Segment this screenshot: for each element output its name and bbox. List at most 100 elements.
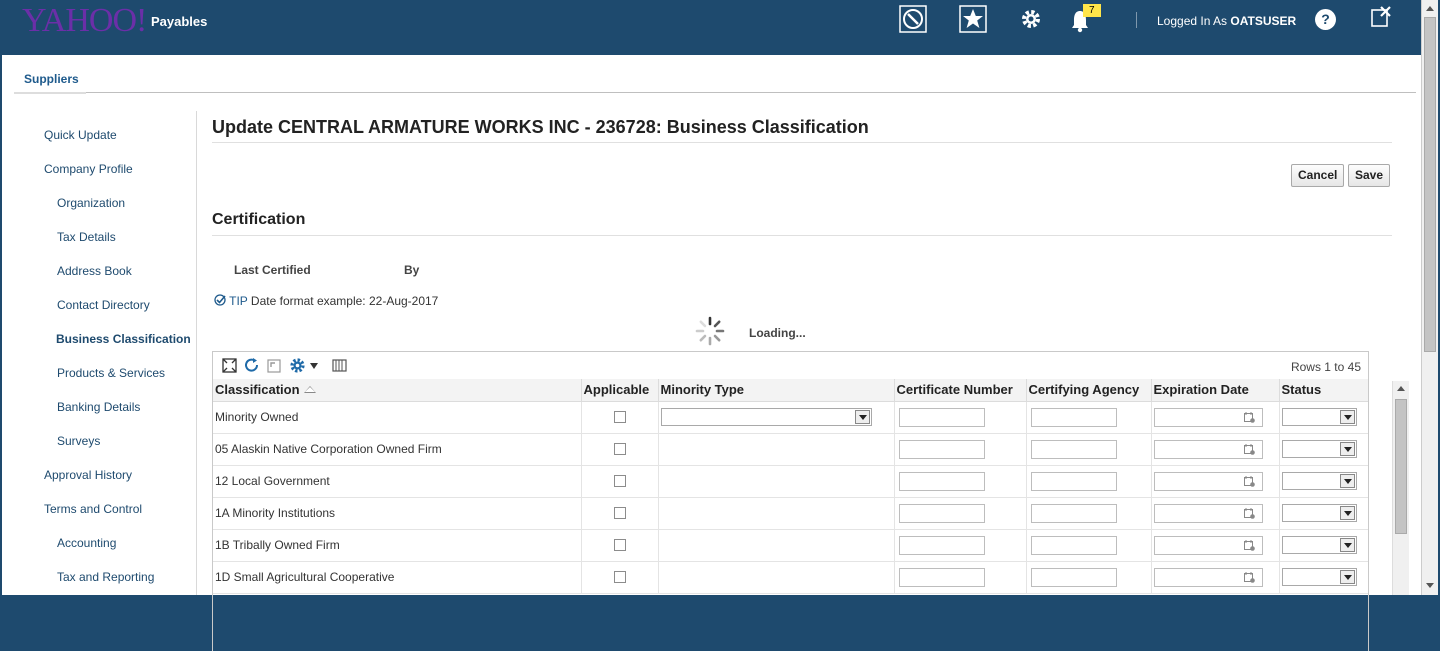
- status-select[interactable]: [1281, 504, 1357, 522]
- dropdown-arrow-icon[interactable]: [854, 410, 870, 424]
- expiration-date-input[interactable]: [1153, 567, 1263, 587]
- by-label: By: [404, 263, 420, 277]
- calendar-icon[interactable]: [1243, 571, 1255, 583]
- status-select[interactable]: [1281, 408, 1357, 426]
- applicable-checkbox[interactable]: [613, 411, 626, 423]
- save-button[interactable]: Save: [1348, 164, 1390, 187]
- status-select[interactable]: [1281, 536, 1357, 554]
- logged-in-text: Logged In As OATSUSER: [1157, 14, 1296, 28]
- nav-item-organization[interactable]: Organization: [57, 196, 125, 210]
- expiration-date-input[interactable]: [1153, 503, 1263, 523]
- nav-item-contact-directory[interactable]: Contact Directory: [57, 298, 150, 312]
- expiration-date-input[interactable]: [1153, 535, 1263, 555]
- col-header-certificate-number: Certificate Number: [893, 379, 1026, 402]
- certificate-number-input[interactable]: [898, 567, 985, 587]
- window-scroll-thumb[interactable]: [1424, 17, 1436, 352]
- loading-spinner-icon: [695, 316, 725, 346]
- classification-cell: 1D Small Agricultural Cooperative: [213, 561, 581, 594]
- nav-item-address-book[interactable]: Address Book: [57, 264, 132, 278]
- navigator-icon[interactable]: [899, 5, 927, 33]
- certificate-number-input[interactable]: [898, 471, 985, 491]
- calendar-icon[interactable]: [1243, 443, 1255, 455]
- certifying-agency-input[interactable]: [1030, 439, 1117, 459]
- nav-item-tax-details[interactable]: Tax Details: [57, 230, 116, 244]
- tab-suppliers[interactable]: Suppliers: [24, 72, 79, 86]
- expiration-date-input[interactable]: [1153, 407, 1263, 427]
- sign-out-icon[interactable]: [1368, 4, 1394, 30]
- window-scroll-down-icon[interactable]: [1426, 583, 1434, 588]
- settings-gear-icon[interactable]: [1017, 5, 1045, 33]
- nav-item-approval-history[interactable]: Approval History: [44, 468, 132, 482]
- tip-label: TIP: [229, 294, 248, 308]
- certifying-agency-input[interactable]: [1030, 407, 1117, 427]
- status-select[interactable]: [1281, 568, 1357, 586]
- certificate-number-input[interactable]: [898, 503, 985, 523]
- expiration-date-input[interactable]: [1153, 439, 1263, 459]
- classification-cell: 12 Local Government: [213, 465, 581, 498]
- certifying-agency-input[interactable]: [1030, 471, 1117, 491]
- table-scrollbar[interactable]: [1392, 381, 1409, 595]
- applicable-checkbox[interactable]: [613, 443, 626, 455]
- dropdown-arrow-icon[interactable]: [1339, 570, 1355, 584]
- nav-item-business-classification[interactable]: Business Classification: [56, 332, 191, 346]
- dropdown-arrow-icon[interactable]: [1339, 506, 1355, 520]
- nav-item-banking-details[interactable]: Banking Details: [57, 400, 140, 414]
- calendar-icon[interactable]: [1243, 475, 1255, 487]
- nav-item-quick-update[interactable]: Quick Update: [44, 128, 117, 142]
- tip-check-icon: [214, 294, 226, 306]
- minority-type-select[interactable]: [660, 408, 872, 426]
- notification-count-badge: 7: [1083, 4, 1101, 17]
- certifying-agency-input[interactable]: [1030, 567, 1117, 587]
- nav-item-products-services[interactable]: Products & Services: [57, 366, 165, 380]
- applicable-checkbox[interactable]: [613, 507, 626, 519]
- window-scrollbar[interactable]: [1421, 0, 1438, 595]
- status-select[interactable]: [1281, 440, 1357, 458]
- undo-icon[interactable]: [265, 357, 282, 374]
- applicable-checkbox[interactable]: [613, 475, 626, 487]
- cancel-button[interactable]: Cancel: [1291, 164, 1344, 187]
- classification-cell: Minority Owned: [213, 401, 581, 434]
- status-select[interactable]: [1281, 472, 1357, 490]
- certifying-agency-input[interactable]: [1030, 535, 1117, 555]
- table-row: 1B Tribally Owned Firm: [213, 529, 1368, 562]
- table-scroll-thumb[interactable]: [1395, 399, 1407, 534]
- calendar-icon[interactable]: [1243, 539, 1255, 551]
- minority-type-cell: [657, 401, 894, 434]
- certificate-number-input[interactable]: [898, 407, 985, 427]
- detach-icon[interactable]: [221, 357, 238, 374]
- left-navigation: Quick Update Company Profile Organizatio…: [14, 111, 197, 595]
- calendar-icon[interactable]: [1243, 507, 1255, 519]
- nav-item-tax-and-reporting[interactable]: Tax and Reporting: [57, 570, 154, 584]
- applicable-checkbox[interactable]: [613, 571, 626, 583]
- minority-type-cell: [657, 433, 894, 466]
- nav-item-terms-and-control[interactable]: Terms and Control: [44, 502, 142, 516]
- refresh-icon[interactable]: [243, 357, 260, 374]
- last-certified-label: Last Certified: [234, 263, 311, 277]
- col-header-expiration-date: Expiration Date: [1150, 379, 1279, 402]
- expiration-date-input[interactable]: [1153, 471, 1263, 491]
- certificate-number-input[interactable]: [898, 439, 985, 459]
- nav-item-company-profile[interactable]: Company Profile: [44, 162, 133, 176]
- table-settings-gear-icon[interactable]: [289, 357, 306, 374]
- help-icon[interactable]: ?: [1315, 9, 1336, 30]
- certificate-number-input[interactable]: [898, 535, 985, 555]
- col-header-classification[interactable]: Classification: [213, 379, 581, 402]
- window-scroll-up-icon[interactable]: [1426, 6, 1434, 11]
- nav-item-surveys[interactable]: Surveys: [57, 434, 100, 448]
- table-row: 1D Small Agricultural Cooperative: [213, 561, 1368, 594]
- columns-icon[interactable]: [331, 357, 348, 374]
- nav-item-accounting[interactable]: Accounting: [57, 536, 116, 550]
- certifying-agency-input[interactable]: [1030, 503, 1117, 523]
- page-content: Suppliers Quick Update Company Profile O…: [2, 55, 1422, 651]
- dropdown-arrow-icon[interactable]: [1339, 410, 1355, 424]
- sort-ascending-icon[interactable]: [303, 386, 316, 394]
- calendar-icon[interactable]: [1243, 411, 1255, 423]
- favorites-star-icon[interactable]: [959, 5, 987, 33]
- dropdown-arrow-icon[interactable]: [1339, 538, 1355, 552]
- table-scroll-up-icon[interactable]: [1397, 386, 1405, 391]
- classification-cell: 05 Alaskin Native Corporation Owned Firm: [213, 433, 581, 466]
- applicable-checkbox[interactable]: [613, 539, 626, 551]
- dropdown-arrow-icon[interactable]: [1339, 474, 1355, 488]
- dropdown-arrow-icon[interactable]: [1339, 442, 1355, 456]
- settings-dropdown-chevron-icon[interactable]: [309, 362, 319, 370]
